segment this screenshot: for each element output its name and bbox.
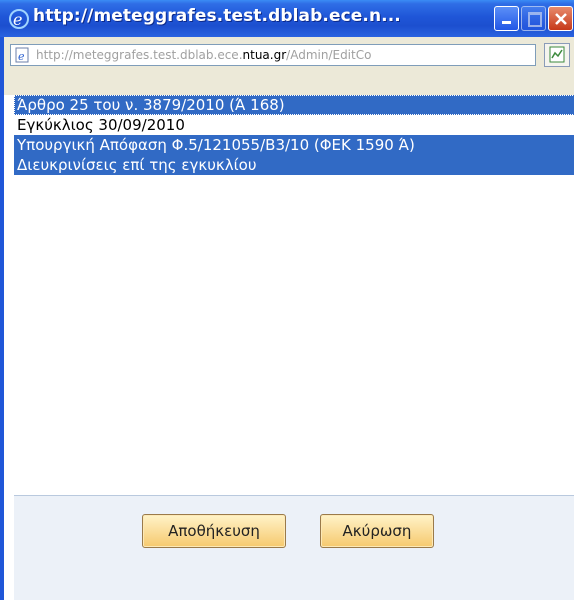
svg-text:e: e [18, 50, 25, 63]
address-bar: e http://meteggrafes.test.dblab.ece.ntua… [0, 37, 574, 95]
compat-button[interactable] [544, 43, 570, 67]
popup-window: e http://meteggrafes.test.dblab.ece.n...… [0, 0, 574, 600]
document-listbox[interactable]: Άρθρο 25 του ν. 3879/2010 (Ά 168) Εγκύκλ… [14, 95, 574, 495]
list-item[interactable]: Εγκύκλιος 30/09/2010 [14, 115, 574, 135]
content-area: Άρθρο 25 του ν. 3879/2010 (Ά 168) Εγκύκλ… [0, 95, 574, 600]
minimize-button[interactable] [494, 6, 519, 31]
page-icon: e [15, 47, 29, 63]
minimize-icon [502, 21, 511, 24]
maximize-button[interactable] [521, 6, 546, 31]
ie-logo-icon: e [9, 9, 29, 29]
address-field[interactable]: e http://meteggrafes.test.dblab.ece.ntua… [10, 44, 536, 66]
window-title: http://meteggrafes.test.dblab.ece.n... [33, 6, 401, 26]
list-item[interactable]: Υπουργική Απόφαση Φ.5/121055/Β3/10 (ΦΕΚ … [14, 135, 574, 155]
cancel-button[interactable]: Ακύρωση [320, 514, 434, 548]
address-url: http://meteggrafes.test.dblab.ece.ntua.g… [36, 48, 372, 62]
list-item[interactable]: Άρθρο 25 του ν. 3879/2010 (Ά 168) [14, 95, 574, 115]
title-bar[interactable]: e http://meteggrafes.test.dblab.ece.n... [0, 0, 574, 37]
list-item[interactable]: Διευκρινίσεις επί της εγκυκλίου [14, 155, 574, 175]
save-button[interactable]: Αποθήκευση [142, 514, 286, 548]
compat-icon [549, 46, 565, 63]
close-icon [555, 13, 567, 25]
svg-text:e: e [13, 10, 22, 29]
maximize-icon [528, 12, 542, 27]
button-bar: Αποθήκευση Ακύρωση [14, 495, 574, 600]
close-button[interactable] [548, 6, 573, 31]
